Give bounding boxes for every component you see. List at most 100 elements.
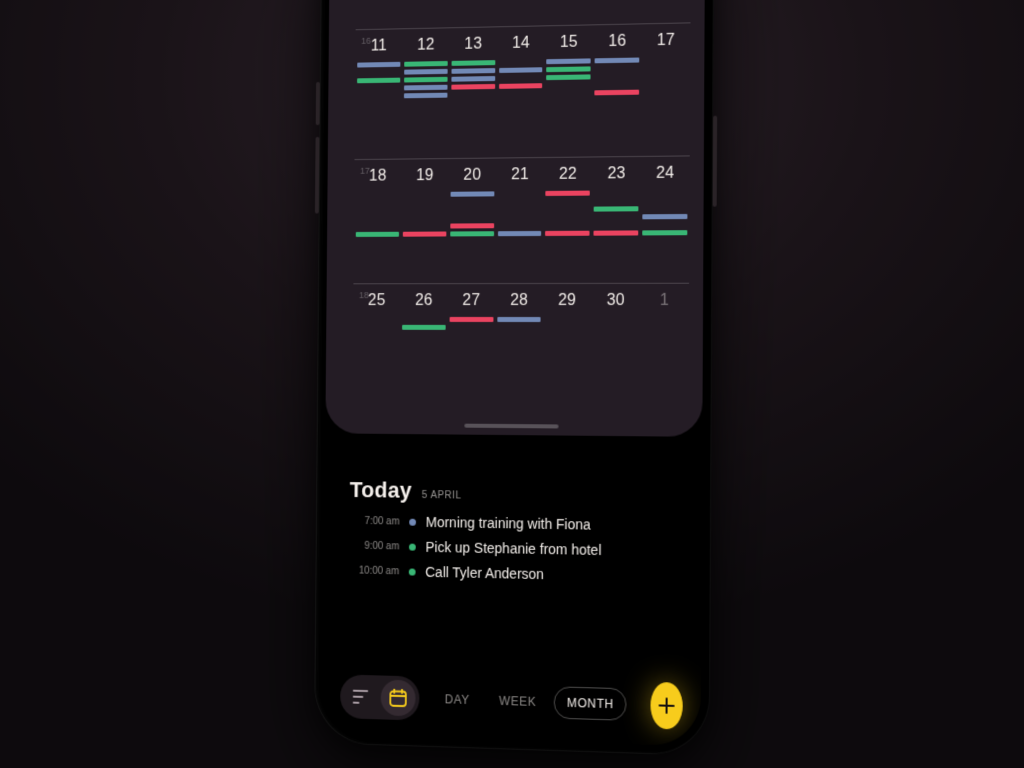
event-bars <box>499 59 543 89</box>
calendar-day-cell[interactable]: 20 <box>448 159 497 284</box>
calendar-day-cell[interactable]: 1 <box>640 284 689 364</box>
calendar-view-button[interactable] <box>381 679 416 716</box>
agenda-time: 7:00 am <box>349 515 399 527</box>
agenda-color-dot <box>409 518 416 525</box>
agenda-item[interactable]: 9:00 am Pick up Stephanie from hotel <box>349 538 675 560</box>
event-bar <box>547 58 591 64</box>
range-week-button[interactable]: WEEK <box>487 685 548 717</box>
calendar-day-cell[interactable]: 27 <box>447 284 495 363</box>
calendar-day-cell[interactable]: 7 <box>497 0 546 26</box>
agenda-color-dot <box>409 543 416 550</box>
calendar-day-cell[interactable]: 15 <box>544 25 593 157</box>
event-bar <box>451 68 495 74</box>
day-number: 27 <box>447 292 495 310</box>
event-bar <box>450 231 494 236</box>
event-bars <box>642 190 687 236</box>
volume-down-button <box>315 137 319 214</box>
calendar-day-cell[interactable]: 5 <box>402 0 450 28</box>
calendar-day-cell[interactable]: 26 <box>400 284 448 363</box>
agenda-color-dot <box>409 568 416 575</box>
agenda-item[interactable]: 7:00 am Morning training with Fiona <box>349 513 675 534</box>
day-number: 1 <box>640 292 689 310</box>
calendar-day-cell[interactable]: 10 <box>642 0 691 23</box>
agenda-title: Pick up Stephanie from hotel <box>425 539 601 558</box>
calendar-day-cell[interactable]: 19 <box>400 159 448 283</box>
event-bars <box>450 191 494 236</box>
range-selector: DAYWEEKMONTH <box>433 683 627 721</box>
calendar-day-cell[interactable]: 28 <box>495 284 544 363</box>
event-bars <box>643 57 688 58</box>
event-bar <box>357 62 400 68</box>
event-bar <box>594 230 639 235</box>
event-bar <box>357 78 400 84</box>
range-month-button[interactable]: MONTH <box>554 686 627 721</box>
event-bars <box>497 317 541 322</box>
calendar-day-cell[interactable]: 8 <box>545 0 594 25</box>
add-event-button[interactable] <box>651 682 683 730</box>
calendar-day-cell[interactable]: 12 <box>401 28 449 158</box>
event-bar <box>594 206 639 211</box>
event-bars <box>357 62 400 83</box>
event-bars <box>449 317 493 322</box>
calendar-week-row: 182526272829301 <box>353 283 689 364</box>
event-bar <box>595 90 640 96</box>
calendar-day-cell[interactable]: 17 <box>641 23 691 156</box>
calendar-day-cell[interactable]: 6 <box>450 0 498 27</box>
event-bar <box>450 191 494 196</box>
day-number: 21 <box>496 166 544 184</box>
calendar-week-row: 1718192021222324 <box>353 155 689 283</box>
view-mode-toggle <box>340 674 420 720</box>
calendar-day-cell[interactable]: 23 <box>591 157 640 283</box>
volume-up-button <box>316 82 320 125</box>
calendar-icon <box>389 689 407 707</box>
calendar-day-cell[interactable]: 22 <box>543 157 592 283</box>
agenda-title: Morning training with Fiona <box>426 514 591 533</box>
day-number: 15 <box>545 33 593 52</box>
calendar-month-view[interactable]: 1545678910161112131415161717181920212223… <box>325 0 705 437</box>
event-bar <box>499 83 543 89</box>
day-number: 25 <box>353 292 400 310</box>
day-number: 30 <box>591 292 640 310</box>
calendar-week-row: 1611121314151617 <box>354 22 690 159</box>
day-number: 23 <box>592 165 641 184</box>
calendar-day-cell[interactable]: 24 <box>640 156 690 282</box>
event-bar <box>451 84 495 90</box>
calendar-day-cell[interactable]: 4 <box>356 0 404 29</box>
range-day-button[interactable]: DAY <box>433 684 482 715</box>
day-number: 12 <box>402 36 449 55</box>
calendar-day-cell[interactable]: 29 <box>543 284 592 363</box>
event-bar <box>404 61 447 67</box>
day-number: 11 <box>355 37 402 56</box>
event-bars <box>547 58 591 80</box>
day-number: 20 <box>448 166 496 184</box>
event-bars <box>402 317 446 330</box>
event-bars <box>451 60 495 90</box>
event-bar <box>404 85 447 91</box>
agenda-title: Call Tyler Anderson <box>425 564 544 582</box>
list-view-button[interactable] <box>344 678 379 715</box>
event-bar <box>404 69 447 75</box>
today-panel[interactable]: Today 5 APRIL 7:00 amMorning training wi… <box>323 463 702 667</box>
agenda-time: 9:00 am <box>349 540 399 552</box>
event-bar <box>449 317 493 322</box>
calendar-day-cell[interactable]: 13 <box>449 27 498 158</box>
event-bar <box>356 232 399 237</box>
event-bars <box>545 191 590 236</box>
event-bar <box>498 231 542 236</box>
calendar-day-cell[interactable]: 9 <box>593 0 642 24</box>
event-bar <box>642 214 687 219</box>
list-icon <box>353 690 370 704</box>
calendar-day-cell[interactable]: 30 <box>591 284 640 364</box>
calendar-day-cell[interactable]: 25 <box>353 284 401 362</box>
event-bars <box>356 192 399 237</box>
event-bar <box>403 231 446 236</box>
event-bar <box>451 76 495 82</box>
day-number: 24 <box>641 164 690 183</box>
calendar-day-cell[interactable]: 21 <box>495 158 544 283</box>
calendar-day-cell[interactable]: 14 <box>496 26 545 157</box>
agenda-item[interactable]: 10:00 amCall Tyler Anderson <box>349 562 675 584</box>
day-number: 18 <box>354 167 401 185</box>
calendar-day-cell[interactable]: 16 <box>592 24 641 156</box>
calendar-day-cell[interactable]: 18 <box>353 160 401 284</box>
calendar-day-cell[interactable]: 11 <box>354 29 402 159</box>
